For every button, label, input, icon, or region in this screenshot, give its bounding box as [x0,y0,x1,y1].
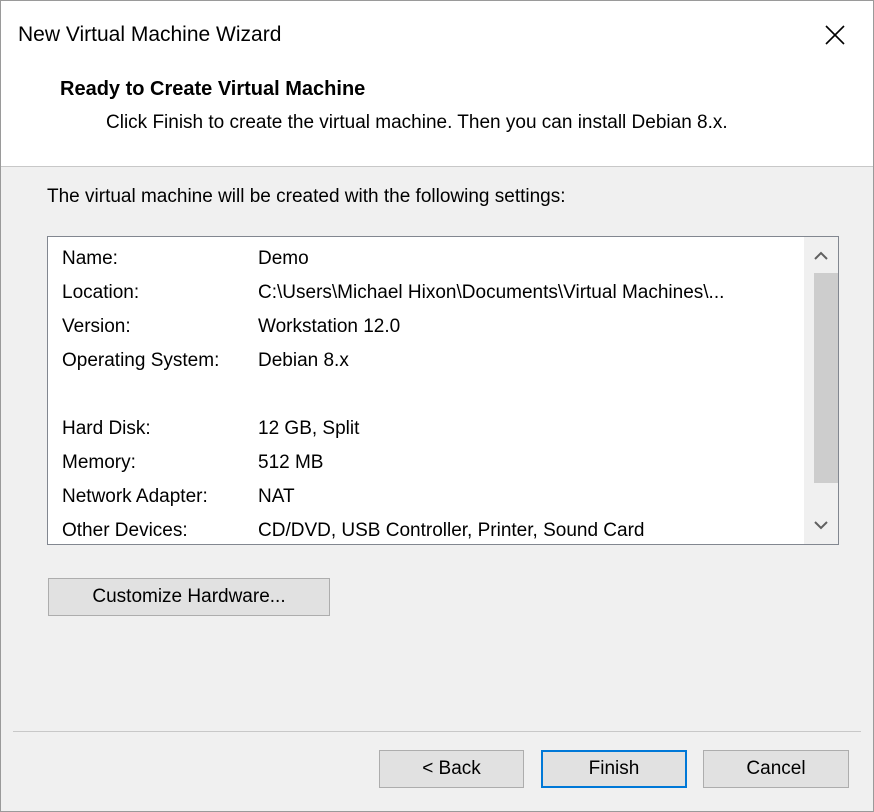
setting-value: Demo [258,248,309,269]
settings-spacer [62,379,798,413]
setting-value: CD/DVD, USB Controller, Printer, Sound C… [258,520,645,541]
wizard-window: New Virtual Machine Wizard Ready to Crea… [0,0,874,812]
setting-row-version: Version: Workstation 12.0 [62,311,798,345]
setting-label: Operating System: [62,350,220,371]
scroll-down-button[interactable] [804,508,838,542]
vertical-scrollbar[interactable] [804,237,838,544]
chevron-down-icon [814,521,828,530]
setting-value: 12 GB, Split [258,418,360,439]
setting-label: Hard Disk: [62,418,151,439]
setting-row-memory: Memory: 512 MB [62,447,798,481]
page-subheading: Click Finish to create the virtual machi… [106,112,728,133]
setting-value: Workstation 12.0 [258,316,401,337]
chevron-up-icon [814,251,828,260]
settings-listbox[interactable]: Name: Demo Location: C:\Users\Michael Hi… [47,236,839,545]
setting-label: Other Devices: [62,520,188,541]
close-icon [825,25,845,45]
setting-value: Debian 8.x [258,350,349,371]
scroll-up-button[interactable] [804,239,838,273]
page-heading: Ready to Create Virtual Machine [60,78,366,100]
close-button[interactable] [813,15,857,55]
settings-list: Name: Demo Location: C:\Users\Michael Hi… [62,243,798,549]
setting-label: Version: [62,316,131,337]
finish-button[interactable]: Finish [541,750,687,788]
customize-hardware-button[interactable]: Customize Hardware... [48,578,330,616]
setting-label: Location: [62,282,140,303]
setting-label: Memory: [62,452,136,473]
setting-row-other-devices: Other Devices: CD/DVD, USB Controller, P… [62,515,798,549]
setting-label: Network Adapter: [62,486,208,507]
setting-value: C:\Users\Michael Hixon\Documents\Virtual… [258,282,725,303]
setting-row-name: Name: Demo [62,243,798,277]
wizard-header: New Virtual Machine Wizard Ready to Crea… [1,1,873,167]
setting-row-hard-disk: Hard Disk: 12 GB, Split [62,413,798,447]
scroll-thumb[interactable] [814,273,838,483]
cancel-button[interactable]: Cancel [703,750,849,788]
setting-row-location: Location: C:\Users\Michael Hixon\Documen… [62,277,798,311]
settings-intro: The virtual machine will be created with… [47,186,566,207]
back-button[interactable]: < Back [379,750,524,788]
setting-row-network: Network Adapter: NAT [62,481,798,515]
setting-value: 512 MB [258,452,324,473]
setting-label: Name: [62,248,118,269]
setting-row-os: Operating System: Debian 8.x [62,345,798,379]
footer-divider [13,731,861,732]
setting-value: NAT [258,486,295,507]
window-title: New Virtual Machine Wizard [18,23,282,46]
